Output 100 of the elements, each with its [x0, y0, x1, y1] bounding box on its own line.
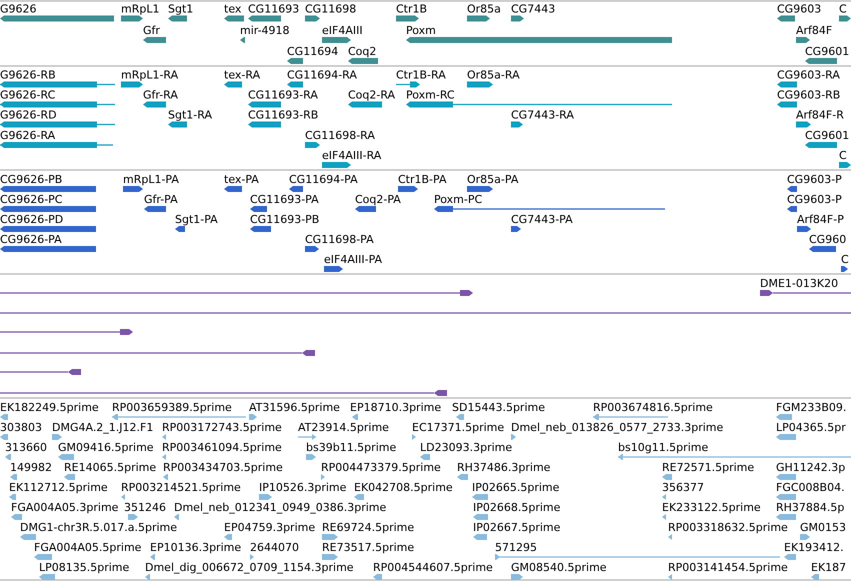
- feature-label: EP04759.3prime: [224, 521, 316, 534]
- feature-label: eIF4AIII-PA: [324, 253, 382, 266]
- feature-label: EK112712.5prime: [9, 481, 108, 494]
- feature-label: Sgt1-RA: [168, 108, 212, 122]
- feature-label: FGM233B09.: [776, 401, 846, 414]
- feature-label: CG11693: [248, 2, 300, 16]
- feature-label: RP003141454.5prime: [668, 561, 788, 574]
- feature-label: GM09416.5prime: [58, 441, 154, 454]
- feature-label: RP003172743.5prime: [162, 421, 282, 434]
- feature-label: Dmel_neb_012341_0949_0386.3prime: [174, 501, 386, 514]
- feature-label: EK187: [811, 561, 846, 574]
- feature-label: DMG1-chr3R.5.017.a.5prime: [20, 521, 178, 534]
- feature-label: bs10g11.5prime: [618, 441, 708, 454]
- feature-label: FGC008B04.: [776, 481, 845, 494]
- feature-label: Or85a-RA: [467, 68, 520, 82]
- feature-label: RP003434703.5prime: [163, 461, 283, 474]
- feature-label: CG9603-RA: [777, 68, 840, 82]
- feature-label: CG9626-PA: [0, 233, 62, 246]
- feature-label: Arf84F-P: [797, 213, 844, 226]
- feature-label: Sgt1-PA: [175, 213, 218, 226]
- feature-label: RE73517.5prime: [322, 541, 414, 554]
- feature-label: Coq2: [348, 45, 376, 58]
- feature-label: Poxm-PC: [434, 193, 482, 206]
- feature-label: C: [841, 253, 849, 266]
- feature-label: Coq2-RA: [348, 88, 396, 102]
- feature-label: Gfr: [143, 24, 160, 37]
- feature-label: Sgt1: [168, 2, 194, 16]
- feature-label: LP04365.5pr: [776, 421, 846, 434]
- feature-label: Arf84F: [796, 24, 832, 37]
- feature-label: AT23914.5prime: [298, 421, 389, 434]
- feature-label: EK233122.5prime: [662, 501, 761, 514]
- feature-label: IP02667.5prime: [473, 521, 560, 534]
- feature-label: 356377: [662, 481, 704, 494]
- feature-label: CG7443: [511, 2, 556, 16]
- feature-label: FGA004A05.3prime: [11, 501, 118, 514]
- feature-label: CG9626-PD: [0, 213, 64, 226]
- feature-label: DMG4A.2_1.J12.F1: [52, 421, 154, 434]
- feature-label: RP004544607.5prime: [373, 561, 493, 574]
- feature-label: tex-PA: [224, 173, 259, 186]
- feature-label: RE72571.5prime: [662, 461, 754, 474]
- feature-label: RE14065.5prime: [64, 461, 156, 474]
- feature-label: CG11698: [305, 2, 356, 16]
- feature-label: RH37486.3prime: [457, 461, 550, 474]
- feature-label: CG11698-PA: [305, 233, 374, 246]
- feature-label: 149982: [10, 461, 52, 474]
- feature-label: CG11694-RA: [287, 68, 357, 82]
- feature-label: EK182249.5prime: [0, 401, 99, 414]
- feature-label: RP003318632.5prime: [668, 521, 788, 534]
- feature-label: Or85a-PA: [467, 173, 518, 186]
- feature-label: tex: [224, 2, 242, 16]
- feature-label: 313660: [5, 441, 47, 454]
- feature-label: AT31596.5prime: [249, 401, 340, 414]
- feature-label: CG11694: [287, 45, 338, 58]
- feature-label: Dmel_dig_006672_0709_1154.3prime: [145, 561, 354, 574]
- feature-label: Poxm-RC: [406, 88, 455, 102]
- feature-label: CG11698-RA: [305, 129, 375, 142]
- feature-label: CG9603: [777, 2, 822, 16]
- feature-label: G9626-RD: [0, 108, 57, 122]
- feature-label: CG9603-RB: [777, 88, 840, 102]
- feature-label: IP02665.5prime: [472, 481, 560, 494]
- feature-label: IP02668.5prime: [473, 501, 560, 514]
- feature-label: eIF4AIII-RA: [322, 149, 382, 162]
- feature-label: G9626-RC: [0, 88, 56, 102]
- feature-label: EC17371.5prime: [412, 421, 504, 434]
- feature-label: C: [839, 2, 847, 16]
- feature-label: G9626-RA: [0, 129, 56, 142]
- feature-label: EK042708.5prime: [354, 481, 453, 494]
- feature-label: CG7443-RA: [511, 108, 574, 122]
- feature-label: LP08135.5prime: [39, 561, 130, 574]
- feature-label: bs39b11.5prime: [306, 441, 396, 454]
- feature-label: CG11693-PB: [250, 213, 320, 226]
- feature-label: Ctr1B-RA: [396, 68, 446, 82]
- feature-label: mRpL1-RA: [121, 68, 178, 82]
- feature-label: RP003214521.5prime: [121, 481, 241, 494]
- feature-label: RH37884.5p: [776, 501, 844, 514]
- feature-label: RP003674816.5prime: [593, 401, 713, 414]
- feature-label: Or85a: [467, 2, 501, 16]
- feature-label: CG11693-RB: [248, 108, 318, 122]
- feature-label: Gfr-RA: [143, 88, 178, 102]
- feature-label: GM0153: [800, 521, 846, 534]
- feature-label: CG11694-PA: [289, 173, 358, 186]
- feature-label: Poxm: [406, 24, 436, 37]
- feature-label: EP10136.3prime: [150, 541, 242, 554]
- feature-label: CG11693-PA: [250, 193, 319, 206]
- feature-label: 571295: [495, 541, 537, 554]
- feature-label: CG9626-PB: [0, 173, 62, 186]
- feature-label: LD23093.3prime: [420, 441, 512, 454]
- feature-label: Ctr1B: [396, 2, 428, 16]
- feature-label: RP003461094.5prime: [162, 441, 282, 454]
- feature-label: Coq2-PA: [355, 193, 401, 206]
- feature-label: mRpL1-PA: [123, 173, 179, 186]
- feature-label: eIF4AIII: [322, 24, 363, 37]
- feature-label: CG9603-P: [787, 173, 842, 186]
- feature-label: RP003659389.5prime: [112, 401, 232, 414]
- feature-label: tex-RA: [224, 68, 260, 82]
- feature-label: GH11242.3p: [776, 461, 846, 474]
- feature-label: Arf84F-R: [796, 108, 844, 122]
- feature-label: CG11693-RA: [248, 88, 318, 102]
- feature-label: SD15443.5prime: [452, 401, 545, 414]
- feature-label: CG9601: [805, 129, 850, 142]
